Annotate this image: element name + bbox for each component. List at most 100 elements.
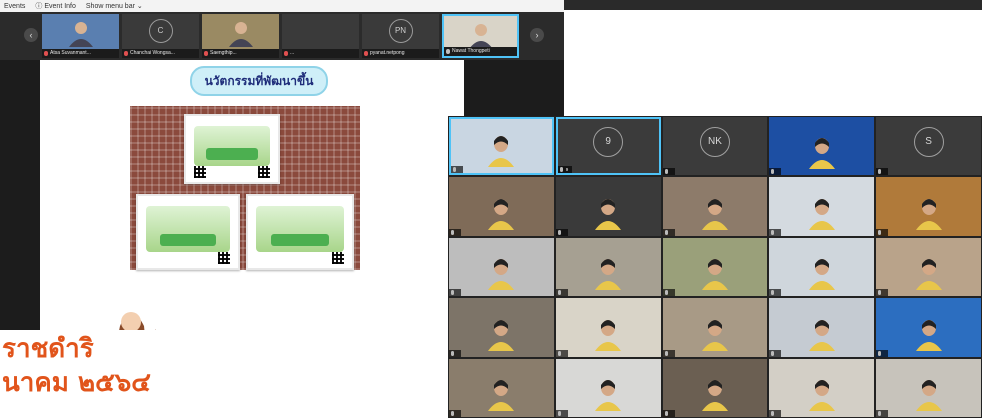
participant-thumbnail[interactable]: C Chanchai Wongsa... bbox=[122, 14, 199, 58]
participant-tile[interactable] bbox=[662, 237, 768, 297]
participant-tile[interactable] bbox=[662, 358, 768, 417]
participant-tile[interactable]: 99 bbox=[555, 117, 661, 176]
person-silhouette-icon bbox=[595, 319, 622, 351]
participant-name bbox=[662, 168, 675, 176]
participant-name bbox=[662, 228, 675, 236]
person-silhouette-icon bbox=[595, 379, 622, 411]
meeting-menubar: Events ⓘ Event Info Show menu bar ⌄ bbox=[0, 0, 564, 12]
participant-name bbox=[555, 289, 568, 297]
participant-name bbox=[449, 228, 461, 236]
person-silhouette-icon bbox=[915, 319, 942, 351]
person-silhouette-icon bbox=[488, 136, 515, 168]
person-silhouette-icon bbox=[488, 259, 515, 291]
scroll-left-arrow-icon[interactable]: ‹ bbox=[24, 28, 38, 42]
person-silhouette-icon bbox=[808, 379, 835, 411]
caption-line-2: นาคม ๒๕๖๔ bbox=[2, 368, 151, 398]
person-silhouette-icon bbox=[701, 259, 728, 291]
participant-tile[interactable] bbox=[876, 237, 981, 297]
participant-name bbox=[876, 168, 889, 176]
participant-tile[interactable] bbox=[555, 298, 661, 357]
innovation-card-left bbox=[136, 194, 240, 270]
participant-name: Nawat Thongpeti bbox=[444, 47, 517, 56]
participant-tile[interactable] bbox=[555, 177, 661, 236]
participant-name bbox=[555, 228, 568, 236]
participant-initials: S bbox=[913, 126, 944, 157]
participant-tile[interactable] bbox=[876, 177, 981, 236]
person-silhouette-icon bbox=[595, 259, 622, 291]
mic-muted-icon bbox=[124, 51, 128, 56]
participant-name: pyanat.netpong bbox=[362, 49, 439, 58]
participant-tile[interactable] bbox=[876, 358, 981, 417]
participant-name bbox=[876, 289, 889, 297]
participant-tile[interactable] bbox=[555, 358, 661, 417]
show-menu-bar-button[interactable]: Show menu bar ⌄ bbox=[86, 2, 143, 10]
person-silhouette-icon bbox=[488, 198, 515, 230]
participant-name bbox=[769, 349, 782, 357]
participant-name: 9 bbox=[557, 166, 573, 174]
participant-tile[interactable]: S bbox=[876, 117, 981, 176]
participant-name bbox=[876, 349, 889, 357]
participant-video bbox=[282, 14, 359, 49]
participant-tile[interactable] bbox=[876, 298, 981, 357]
participant-tile[interactable] bbox=[449, 117, 554, 176]
participant-name bbox=[662, 409, 675, 417]
participant-name bbox=[769, 228, 782, 236]
participant-initials: 9 bbox=[593, 126, 624, 157]
participant-name bbox=[555, 409, 568, 417]
gallery-view-window: 9 9 NK S bbox=[448, 116, 982, 418]
person-silhouette-icon bbox=[915, 198, 942, 230]
thai-caption: ราชดำริ นาคม ๒๕๖๔ bbox=[0, 332, 440, 418]
teacher-cartoon-icon bbox=[102, 296, 160, 330]
participant-tile[interactable] bbox=[662, 298, 768, 357]
participant-name bbox=[876, 228, 889, 236]
show-menu-bar-label: Show menu bar bbox=[85, 3, 135, 10]
participant-thumbnail[interactable]: PN pyanat.netpong bbox=[362, 14, 439, 58]
person-silhouette-icon bbox=[808, 198, 835, 230]
participant-tile[interactable] bbox=[449, 358, 554, 417]
participant-tile[interactable] bbox=[449, 177, 554, 236]
participant-tile[interactable] bbox=[449, 237, 554, 297]
participant-name bbox=[769, 409, 782, 417]
mic-muted-icon bbox=[284, 51, 288, 56]
participant-thumbnail[interactable]: Saengthip... bbox=[202, 14, 279, 58]
participant-thumbnail[interactable]: Atsa Suvanmant... bbox=[42, 14, 119, 58]
scroll-right-arrow-icon[interactable]: › bbox=[530, 28, 544, 42]
qr-code-icon bbox=[194, 166, 206, 178]
participant-tile[interactable] bbox=[769, 298, 875, 357]
participant-tile[interactable] bbox=[769, 358, 875, 417]
event-info-menu[interactable]: ⓘ Event Info bbox=[35, 1, 75, 11]
participant-name bbox=[451, 166, 463, 174]
qr-code-icon bbox=[218, 252, 230, 264]
participant-tile[interactable] bbox=[769, 237, 875, 297]
participant-name bbox=[449, 289, 461, 297]
person-silhouette-icon bbox=[228, 22, 253, 47]
qr-code-icon bbox=[332, 252, 344, 264]
card-label-banner bbox=[160, 234, 216, 246]
participant-name bbox=[662, 289, 675, 297]
participant-thumbnail[interactable]: ... bbox=[282, 14, 359, 58]
participant-name bbox=[449, 409, 461, 417]
participant-tile[interactable] bbox=[555, 237, 661, 297]
shared-slide: นวัตกรรมที่พัฒนาขึ้น bbox=[40, 60, 464, 330]
qr-code-icon bbox=[258, 166, 270, 178]
person-silhouette-icon bbox=[701, 319, 728, 351]
participant-tile[interactable]: NK bbox=[662, 117, 768, 176]
participant-tile[interactable] bbox=[769, 177, 875, 236]
person-silhouette-icon bbox=[808, 138, 835, 170]
participant-name bbox=[769, 289, 782, 297]
participant-tile[interactable] bbox=[662, 177, 768, 236]
participant-name bbox=[449, 349, 461, 357]
innovation-card-top bbox=[184, 114, 280, 184]
participant-thumbnail[interactable]: Nawat Thongpeti bbox=[442, 14, 519, 58]
events-menu[interactable]: Events bbox=[4, 3, 25, 10]
person-silhouette-icon bbox=[701, 198, 728, 230]
mic-muted-icon bbox=[204, 51, 208, 56]
person-silhouette-icon bbox=[595, 198, 622, 230]
event-info-label: Event Info bbox=[44, 3, 76, 10]
person-silhouette-icon bbox=[488, 379, 515, 411]
person-silhouette-icon bbox=[68, 22, 93, 47]
tablecloth-background bbox=[130, 106, 360, 270]
participant-tile[interactable] bbox=[769, 117, 875, 176]
participant-name bbox=[876, 409, 889, 417]
participant-tile[interactable] bbox=[449, 298, 554, 357]
